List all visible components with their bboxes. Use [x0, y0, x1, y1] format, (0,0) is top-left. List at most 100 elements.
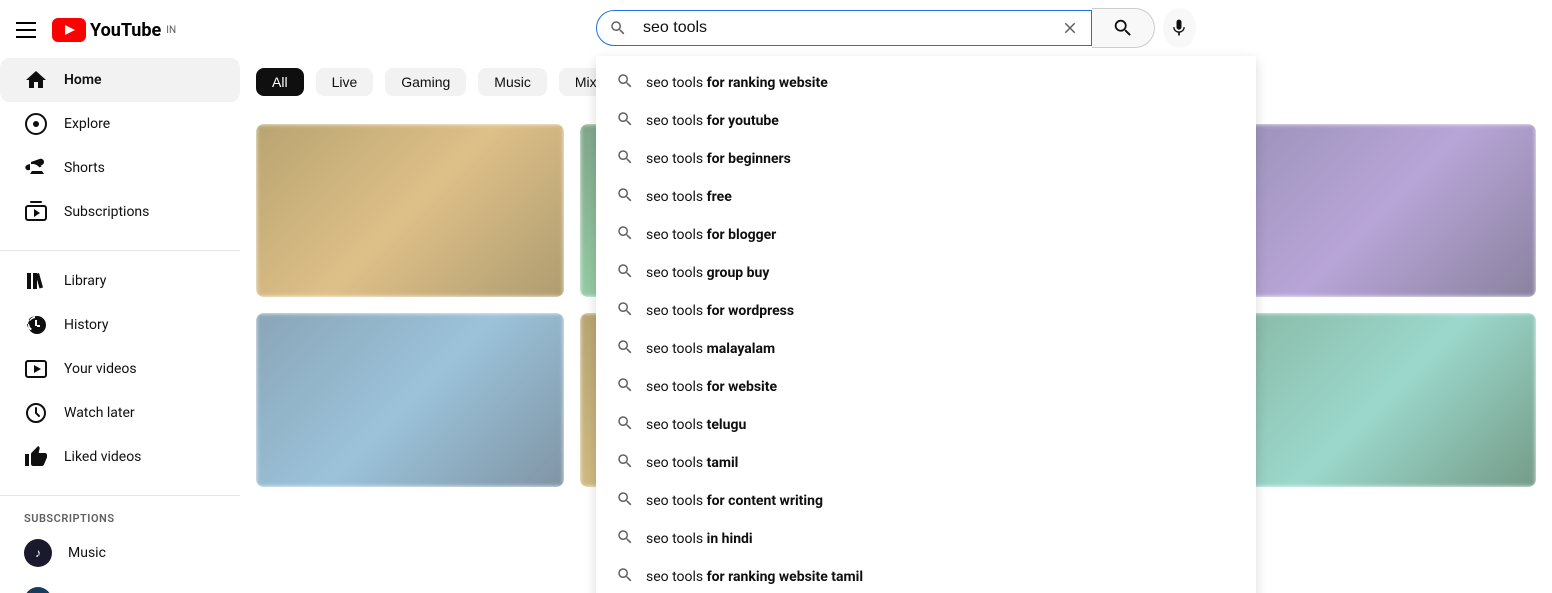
history-icon [24, 313, 48, 337]
sidebar-item-library[interactable]: Library [0, 259, 240, 303]
autocomplete-text-9: seo tools for website [646, 379, 777, 395]
autocomplete-item-10[interactable]: seo tools telugu [596, 406, 1256, 444]
liked-videos-icon [24, 445, 48, 469]
autocomplete-item-14[interactable]: seo tools for ranking website tamil [596, 558, 1256, 593]
autocomplete-item-12[interactable]: seo tools for content writing [596, 482, 1256, 520]
sidebar-item-your-videos[interactable]: Your videos [0, 347, 240, 391]
sidebar-header: YouTube IN [0, 10, 240, 58]
filter-chip-gaming[interactable]: Gaming [385, 68, 466, 96]
topbar [240, 0, 1552, 56]
sidebar-divider-2 [0, 495, 240, 496]
sidebar-music-label: Music [68, 545, 106, 561]
search-left-icon [597, 19, 639, 37]
autocomplete-dropdown: seo tools for ranking website seo tools … [596, 56, 1256, 593]
sidebar-explore-label: Explore [64, 116, 110, 132]
music-avatar: ♪ [24, 539, 52, 567]
autocomplete-search-icon-14 [616, 566, 634, 588]
autocomplete-item-11[interactable]: seo tools tamil [596, 444, 1256, 482]
sidebar-your-videos-label: Your videos [64, 361, 137, 377]
youtube-logo-text: YouTube [90, 20, 161, 41]
filter-chip-all[interactable]: All [256, 68, 304, 96]
autocomplete-item-6[interactable]: seo tools group buy [596, 254, 1256, 292]
autocomplete-search-icon-11 [616, 452, 634, 474]
filter-chip-music[interactable]: Music [478, 68, 547, 96]
search-input[interactable] [639, 11, 1049, 45]
shorts-icon [24, 156, 48, 180]
video-card-4[interactable] [1228, 124, 1536, 297]
home-icon [24, 68, 48, 92]
main-nav: Home Explore Shorts Subscriptions [0, 58, 240, 242]
subscriptions-section-title: SUBSCRIPTIONS [0, 504, 240, 529]
autocomplete-text-13: seo tools in hindi [646, 531, 753, 547]
autocomplete-item-3[interactable]: seo tools for beginners [596, 140, 1256, 178]
video-card-5[interactable] [256, 313, 564, 486]
library-icon [24, 269, 48, 293]
sidebar-divider-1 [0, 250, 240, 251]
sidebar-subscriptions-label: Subscriptions [64, 204, 149, 220]
sidebar-sub-item-sports[interactable]: ⚽ Sports [0, 577, 240, 593]
autocomplete-text-3: seo tools for beginners [646, 151, 791, 167]
sidebar-item-history[interactable]: History [0, 303, 240, 347]
autocomplete-text-5: seo tools for blogger [646, 227, 776, 243]
youtube-country: IN [166, 25, 176, 36]
autocomplete-text-2: seo tools for youtube [646, 113, 779, 129]
sidebar-home-label: Home [64, 72, 102, 88]
video-card-1[interactable] [256, 124, 564, 297]
autocomplete-search-icon-5 [616, 224, 634, 246]
autocomplete-text-14: seo tools for ranking website tamil [646, 569, 863, 585]
clear-search-button[interactable] [1049, 19, 1091, 37]
library-nav: Library History Your videos Watch later … [0, 259, 240, 487]
search-container [596, 10, 1092, 46]
autocomplete-search-icon-9 [616, 376, 634, 398]
search-button[interactable] [1092, 8, 1155, 48]
autocomplete-item-8[interactable]: seo tools malayalam [596, 330, 1256, 368]
sidebar-history-label: History [64, 317, 109, 333]
watch-later-icon [24, 401, 48, 425]
your-videos-icon [24, 357, 48, 381]
sidebar-library-label: Library [64, 273, 106, 289]
autocomplete-search-icon-2 [616, 110, 634, 132]
youtube-logo[interactable]: YouTube IN [52, 18, 176, 42]
sidebar: YouTubeIN Home Explore Shorts Subscri [0, 0, 240, 593]
autocomplete-item-7[interactable]: seo tools for wordpress [596, 292, 1256, 330]
mic-button[interactable] [1163, 8, 1196, 48]
autocomplete-search-icon-6 [616, 262, 634, 284]
autocomplete-text-8: seo tools malayalam [646, 341, 775, 357]
autocomplete-search-icon-7 [616, 300, 634, 322]
autocomplete-search-icon-12 [616, 490, 634, 512]
autocomplete-text-12: seo tools for content writing [646, 493, 823, 509]
search-wrapper [596, 8, 1196, 48]
autocomplete-item-4[interactable]: seo tools free [596, 178, 1256, 216]
sidebar-item-liked-videos[interactable]: Liked videos [0, 435, 240, 479]
autocomplete-search-icon-13 [616, 528, 634, 550]
autocomplete-search-icon-1 [616, 72, 634, 94]
youtube-logo-icon [52, 18, 86, 42]
filter-chip-live[interactable]: Live [316, 68, 374, 96]
sidebar-item-explore[interactable]: Explore [0, 102, 240, 146]
autocomplete-text-11: seo tools tamil [646, 455, 738, 471]
sidebar-liked-videos-label: Liked videos [64, 449, 141, 465]
video-card-8[interactable] [1228, 313, 1536, 486]
autocomplete-search-icon-3 [616, 148, 634, 170]
autocomplete-item-9[interactable]: seo tools for website [596, 368, 1256, 406]
autocomplete-text-1: seo tools for ranking website [646, 75, 828, 91]
sidebar-shorts-label: Shorts [64, 160, 105, 176]
autocomplete-item-13[interactable]: seo tools in hindi [596, 520, 1256, 558]
autocomplete-text-10: seo tools telugu [646, 417, 746, 433]
sidebar-watch-later-label: Watch later [64, 405, 135, 421]
sidebar-item-shorts[interactable]: Shorts [0, 146, 240, 190]
sidebar-sub-item-music[interactable]: ♪ Music [0, 529, 240, 577]
explore-icon [24, 112, 48, 136]
autocomplete-item-1[interactable]: seo tools for ranking website [596, 64, 1256, 102]
autocomplete-item-2[interactable]: seo tools for youtube [596, 102, 1256, 140]
autocomplete-text-6: seo tools group buy [646, 265, 769, 281]
sidebar-item-subscriptions[interactable]: Subscriptions [0, 190, 240, 234]
autocomplete-search-icon-8 [616, 338, 634, 360]
autocomplete-text-4: seo tools free [646, 189, 732, 205]
hamburger-icon[interactable] [16, 22, 36, 38]
autocomplete-item-5[interactable]: seo tools for blogger [596, 216, 1256, 254]
sidebar-item-home[interactable]: Home [0, 58, 240, 102]
sidebar-item-watch-later[interactable]: Watch later [0, 391, 240, 435]
autocomplete-search-icon-10 [616, 414, 634, 436]
sports-avatar: ⚽ [24, 587, 52, 593]
